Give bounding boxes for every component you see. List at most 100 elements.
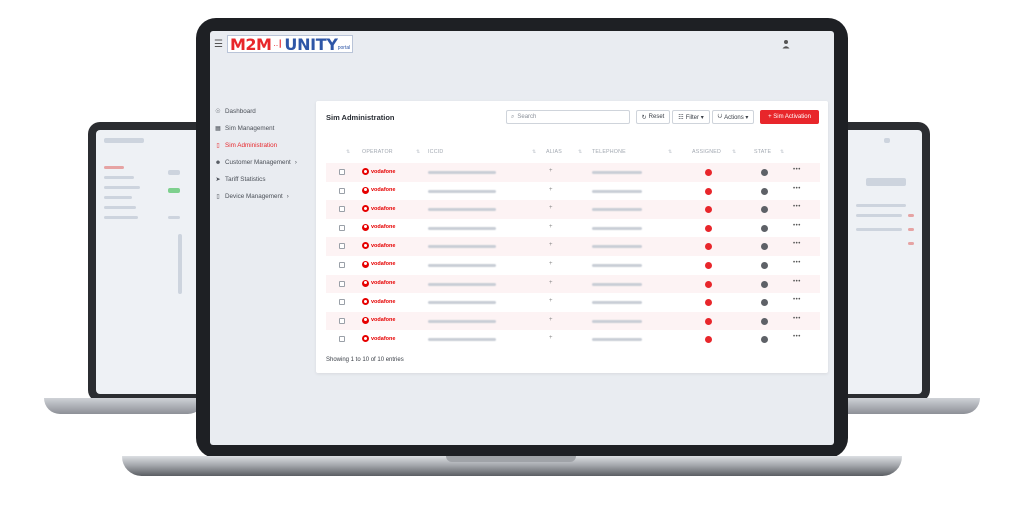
search-input[interactable]: ⌕ Search [506, 110, 630, 124]
table-row[interactable]: vodafone + ••• [326, 274, 820, 294]
more-options-icon[interactable]: ••• [793, 334, 801, 340]
sort-icon[interactable]: ⇅ [668, 149, 672, 155]
assigned-status-dot [705, 169, 712, 176]
sidebar: ☉ Dashboard ▦ Sim Management ▯ Sim Administra… [214, 103, 310, 205]
alias-add-button[interactable]: + [549, 168, 553, 174]
col-telephone[interactable]: TELEPHONE [592, 149, 626, 155]
filter-button[interactable]: ☷ Filter ▾ [672, 110, 710, 124]
table-row[interactable]: vodafone + ••• [326, 330, 820, 349]
row-checkbox[interactable] [339, 336, 345, 343]
table-row[interactable]: vodafone + ••• [326, 311, 820, 331]
operator-cell: vodafone [362, 186, 395, 194]
sidebar-item-label: Sim Management [225, 125, 275, 132]
row-checkbox[interactable] [339, 187, 345, 194]
top-bar: ☰ M2M ‥┃ UNITY portal [210, 31, 834, 57]
sidebar-item[interactable]: ▦ Sim Management [214, 120, 310, 137]
more-options-icon[interactable]: ••• [793, 223, 801, 229]
table-body: vodafone + ••• vodafone + ••• vodafone + ••• voda… [326, 163, 820, 349]
operator-cell: vodafone [362, 335, 396, 343]
more-options-icon[interactable]: ••• [793, 167, 801, 173]
logo-portal-text: portal [337, 45, 351, 51]
assigned-status-dot [705, 336, 712, 344]
more-options-icon[interactable]: ••• [793, 316, 801, 322]
iccid-redacted [428, 245, 496, 249]
sort-icon[interactable]: ⇅ [780, 149, 784, 155]
vodafone-logo-icon [362, 242, 369, 250]
row-checkbox[interactable] [339, 169, 345, 175]
table-row[interactable]: vodafone + ••• [326, 163, 820, 182]
sidebar-item[interactable]: ☻ Customer Management › [214, 154, 310, 171]
alias-add-button[interactable]: + [549, 280, 553, 286]
sidebar-item[interactable]: ▯ Sim Administration [214, 137, 310, 154]
assigned-status-dot [705, 261, 712, 269]
sidebar-item-label: Device Management [225, 193, 283, 200]
iccid-redacted [428, 282, 496, 286]
operator-cell: vodafone [362, 298, 395, 306]
sim-card-icon: ▯ [216, 143, 220, 149]
col-operator[interactable]: OPERATOR [362, 149, 393, 155]
col-iccid[interactable]: ICCID [428, 149, 443, 155]
sort-icon[interactable]: ⇅ [346, 149, 350, 155]
table-header: ⇅ OPERATOR ⇅ ICCID ⇅ ALIAS ⇅ TELEPHONE ⇅… [326, 149, 820, 161]
sim-grid-icon: ▦ [215, 126, 221, 132]
dashboard-icon: ☉ [215, 109, 221, 115]
sort-icon[interactable]: ⇅ [416, 149, 420, 155]
more-options-icon[interactable]: ••• [793, 186, 801, 192]
more-options-icon[interactable]: ••• [793, 279, 801, 285]
sim-activation-button[interactable]: + Sim Activation [760, 110, 819, 124]
iccid-redacted [428, 319, 496, 323]
user-account-icon[interactable] [782, 39, 790, 49]
state-status-dot [761, 280, 768, 288]
alias-add-button[interactable]: + [549, 242, 553, 248]
actions-button[interactable]: ⮋ Actions ▾ [712, 110, 754, 124]
send-icon: ➤ [215, 177, 221, 183]
row-checkbox[interactable] [339, 280, 345, 287]
search-icon: ⌕ [511, 113, 515, 120]
sidebar-item[interactable]: ▯ Device Management › [214, 188, 310, 205]
row-checkbox[interactable] [339, 243, 345, 250]
table-row[interactable]: vodafone + ••• [326, 200, 820, 219]
table-row[interactable]: vodafone + ••• [326, 237, 820, 256]
sort-icon[interactable]: ⇅ [532, 149, 536, 155]
sort-icon[interactable]: ⇅ [732, 149, 736, 155]
alias-add-button[interactable]: + [549, 335, 553, 341]
alias-add-button[interactable]: + [549, 224, 553, 230]
sidebar-item[interactable]: ☉ Dashboard [214, 103, 310, 120]
hamburger-menu-icon[interactable]: ☰ [214, 39, 224, 50]
alias-add-button[interactable]: + [549, 205, 553, 211]
col-assigned[interactable]: ASSIGNED [692, 149, 721, 155]
main-laptop: ☰ M2M ‥┃ UNITY portal ☉ Dashboard ▦ Sim Man… [196, 18, 848, 458]
sort-icon[interactable]: ⇅ [578, 149, 582, 155]
download-icon: ⮋ [717, 113, 723, 120]
alias-add-button[interactable]: + [549, 317, 553, 323]
row-checkbox[interactable] [339, 261, 345, 268]
col-state[interactable]: STATE [754, 149, 771, 155]
reset-button[interactable]: ↻ Reset [636, 110, 670, 124]
alias-add-button[interactable]: + [549, 298, 553, 304]
assigned-status-dot [705, 299, 712, 307]
operator-cell: vodafone [362, 279, 395, 287]
table-row[interactable]: vodafone + ••• [326, 293, 820, 312]
table-row[interactable]: vodafone + ••• [326, 182, 820, 201]
operator-name: vodafone [371, 242, 396, 249]
table-footer: Showing 1 to 10 of 10 entries [326, 357, 404, 363]
alias-add-button[interactable]: + [549, 187, 553, 193]
vodafone-logo-icon [362, 223, 369, 231]
table-row[interactable]: vodafone + ••• [326, 219, 820, 238]
more-options-icon[interactable]: ••• [793, 241, 801, 247]
app-logo[interactable]: M2M ‥┃ UNITY portal [227, 35, 354, 54]
alias-add-button[interactable]: + [549, 261, 553, 267]
operator-name: vodafone [371, 335, 396, 342]
table-row[interactable]: vodafone + ••• [326, 256, 820, 275]
more-options-icon[interactable]: ••• [793, 260, 801, 266]
col-alias[interactable]: ALIAS [546, 149, 562, 155]
more-options-icon[interactable]: ••• [793, 297, 801, 303]
more-options-icon[interactable]: ••• [793, 204, 801, 210]
sidebar-item-label: Customer Management [225, 159, 291, 166]
row-checkbox[interactable] [339, 224, 345, 231]
row-checkbox[interactable] [339, 317, 345, 324]
vodafone-logo-icon [362, 260, 369, 268]
row-checkbox[interactable] [339, 299, 345, 306]
row-checkbox[interactable] [339, 206, 345, 213]
sidebar-item[interactable]: ➤ Tariff Statistics [214, 171, 310, 188]
